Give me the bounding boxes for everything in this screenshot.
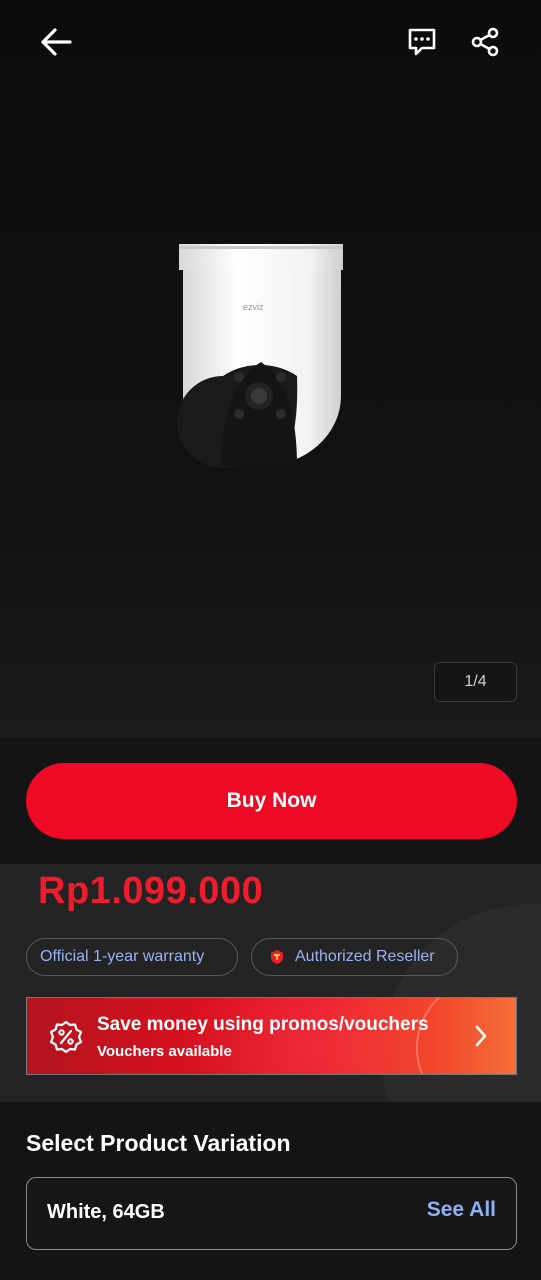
product-gallery[interactable]: ezviz 1/4 <box>0 0 541 738</box>
buy-bar: Buy Now <box>0 738 541 864</box>
see-all-link[interactable]: See All <box>427 1198 496 1222</box>
variation-section-title: Select Product Variation <box>26 1130 291 1156</box>
product-info-panel: Rp1.099.000 Official 1-year warranty Aut… <box>0 864 541 1102</box>
promo-title: Save money using promos/vouchers <box>97 1014 429 1035</box>
reseller-badge-icon <box>271 950 283 964</box>
warranty-chip[interactable]: Official 1-year warranty <box>26 938 238 976</box>
reseller-chip-label: Authorized Reseller <box>295 948 435 965</box>
buy-now-button[interactable]: Buy Now <box>26 763 517 839</box>
promo-banner[interactable]: Save money using promos/vouchers Voucher… <box>26 997 517 1075</box>
share-button[interactable] <box>461 18 509 66</box>
chat-button[interactable] <box>398 18 446 66</box>
chat-bubble-icon <box>408 28 436 56</box>
product-price: Rp1.099.000 <box>38 870 264 912</box>
chevron-right-icon <box>475 1025 487 1047</box>
promo-arc <box>416 998 516 1074</box>
arrow-left-icon <box>41 28 72 56</box>
product-image[interactable]: ezviz <box>165 236 355 472</box>
warranty-chip-label: Official 1-year warranty <box>40 948 205 965</box>
promo-sheen <box>177 998 437 1074</box>
image-counter: 1/4 <box>434 662 517 702</box>
promo-subtitle: Vouchers available <box>97 1043 232 1060</box>
top-bar <box>0 0 541 84</box>
svg-text:ezviz: ezviz <box>243 302 264 312</box>
back-button[interactable] <box>32 18 80 66</box>
share-icon <box>471 27 499 57</box>
selected-variation: White, 64GB <box>47 1201 165 1223</box>
percent-badge-icon <box>49 1020 83 1054</box>
reseller-chip[interactable]: Authorized Reseller <box>251 938 458 976</box>
variation-selector[interactable]: White, 64GB See All <box>26 1177 517 1250</box>
